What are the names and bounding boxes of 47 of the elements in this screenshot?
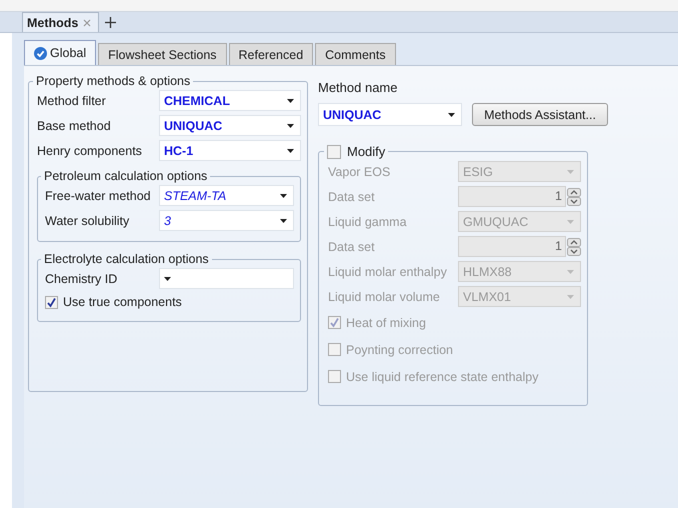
checkbox-label: Poynting correction <box>346 342 454 356</box>
field-label: Base method <box>37 118 112 132</box>
field-label: Vapor EOS <box>328 164 392 178</box>
tab[interactable]: Comments <box>315 43 396 65</box>
tab[interactable]: Flowsheet Sections <box>98 43 227 65</box>
check-circle-icon <box>34 46 47 60</box>
caret-icon <box>448 112 455 116</box>
checkbox-label: Heat of mixing <box>346 316 426 330</box>
caret-icon <box>567 220 574 224</box>
dropdown[interactable]: HC-1 <box>159 140 301 161</box>
tab[interactable]: Global <box>24 40 96 65</box>
document-tab[interactable]: Methods <box>22 12 100 32</box>
caret-icon <box>287 148 294 152</box>
field-label: Method name <box>318 80 398 95</box>
field-label: Method filter <box>37 94 107 108</box>
group-title: Property methods & options <box>35 74 192 88</box>
checkbox-label: Use true components <box>63 295 182 309</box>
field-label: Henry components <box>37 144 143 158</box>
dropdown[interactable]: 3 <box>159 210 294 231</box>
field-label: Water solubility <box>45 214 130 228</box>
caret-icon <box>567 270 574 274</box>
dropdown[interactable]: UNIQUAC <box>159 115 301 136</box>
field-label: Liquid molar volume <box>328 290 441 304</box>
field-label: Data set <box>328 240 376 254</box>
caret-icon <box>287 124 294 128</box>
checkbox[interactable] <box>45 296 58 308</box>
group-title: Electrolyte calculation options <box>43 252 210 266</box>
add-tab-icon[interactable] <box>105 17 116 28</box>
field-label: Chemistry ID <box>45 272 118 286</box>
dropdown[interactable]: CHEMICAL <box>159 90 301 111</box>
field-label: Free-water method <box>45 188 152 202</box>
field-label: Liquid gamma <box>328 214 408 228</box>
caret-icon <box>164 276 171 280</box>
field-label: Data set <box>328 190 376 204</box>
caret-icon <box>567 294 574 298</box>
checkbox-label: Modify <box>347 144 386 159</box>
dropdown[interactable]: UNIQUAC <box>318 103 462 126</box>
field-label: Liquid molar enthalpy <box>328 264 448 278</box>
caret-icon <box>280 218 287 222</box>
tab[interactable]: Referenced <box>228 43 314 65</box>
group-title: Petroleum calculation options <box>43 169 208 183</box>
caret-icon <box>287 98 294 102</box>
dropdown[interactable]: STEAM-TA <box>159 185 294 206</box>
methods-assistant-button[interactable]: Methods Assistant... <box>472 103 608 126</box>
caret-icon <box>567 170 574 174</box>
checkbox-label: Use liquid reference state enthalpy <box>346 370 538 384</box>
caret-icon <box>280 194 287 198</box>
